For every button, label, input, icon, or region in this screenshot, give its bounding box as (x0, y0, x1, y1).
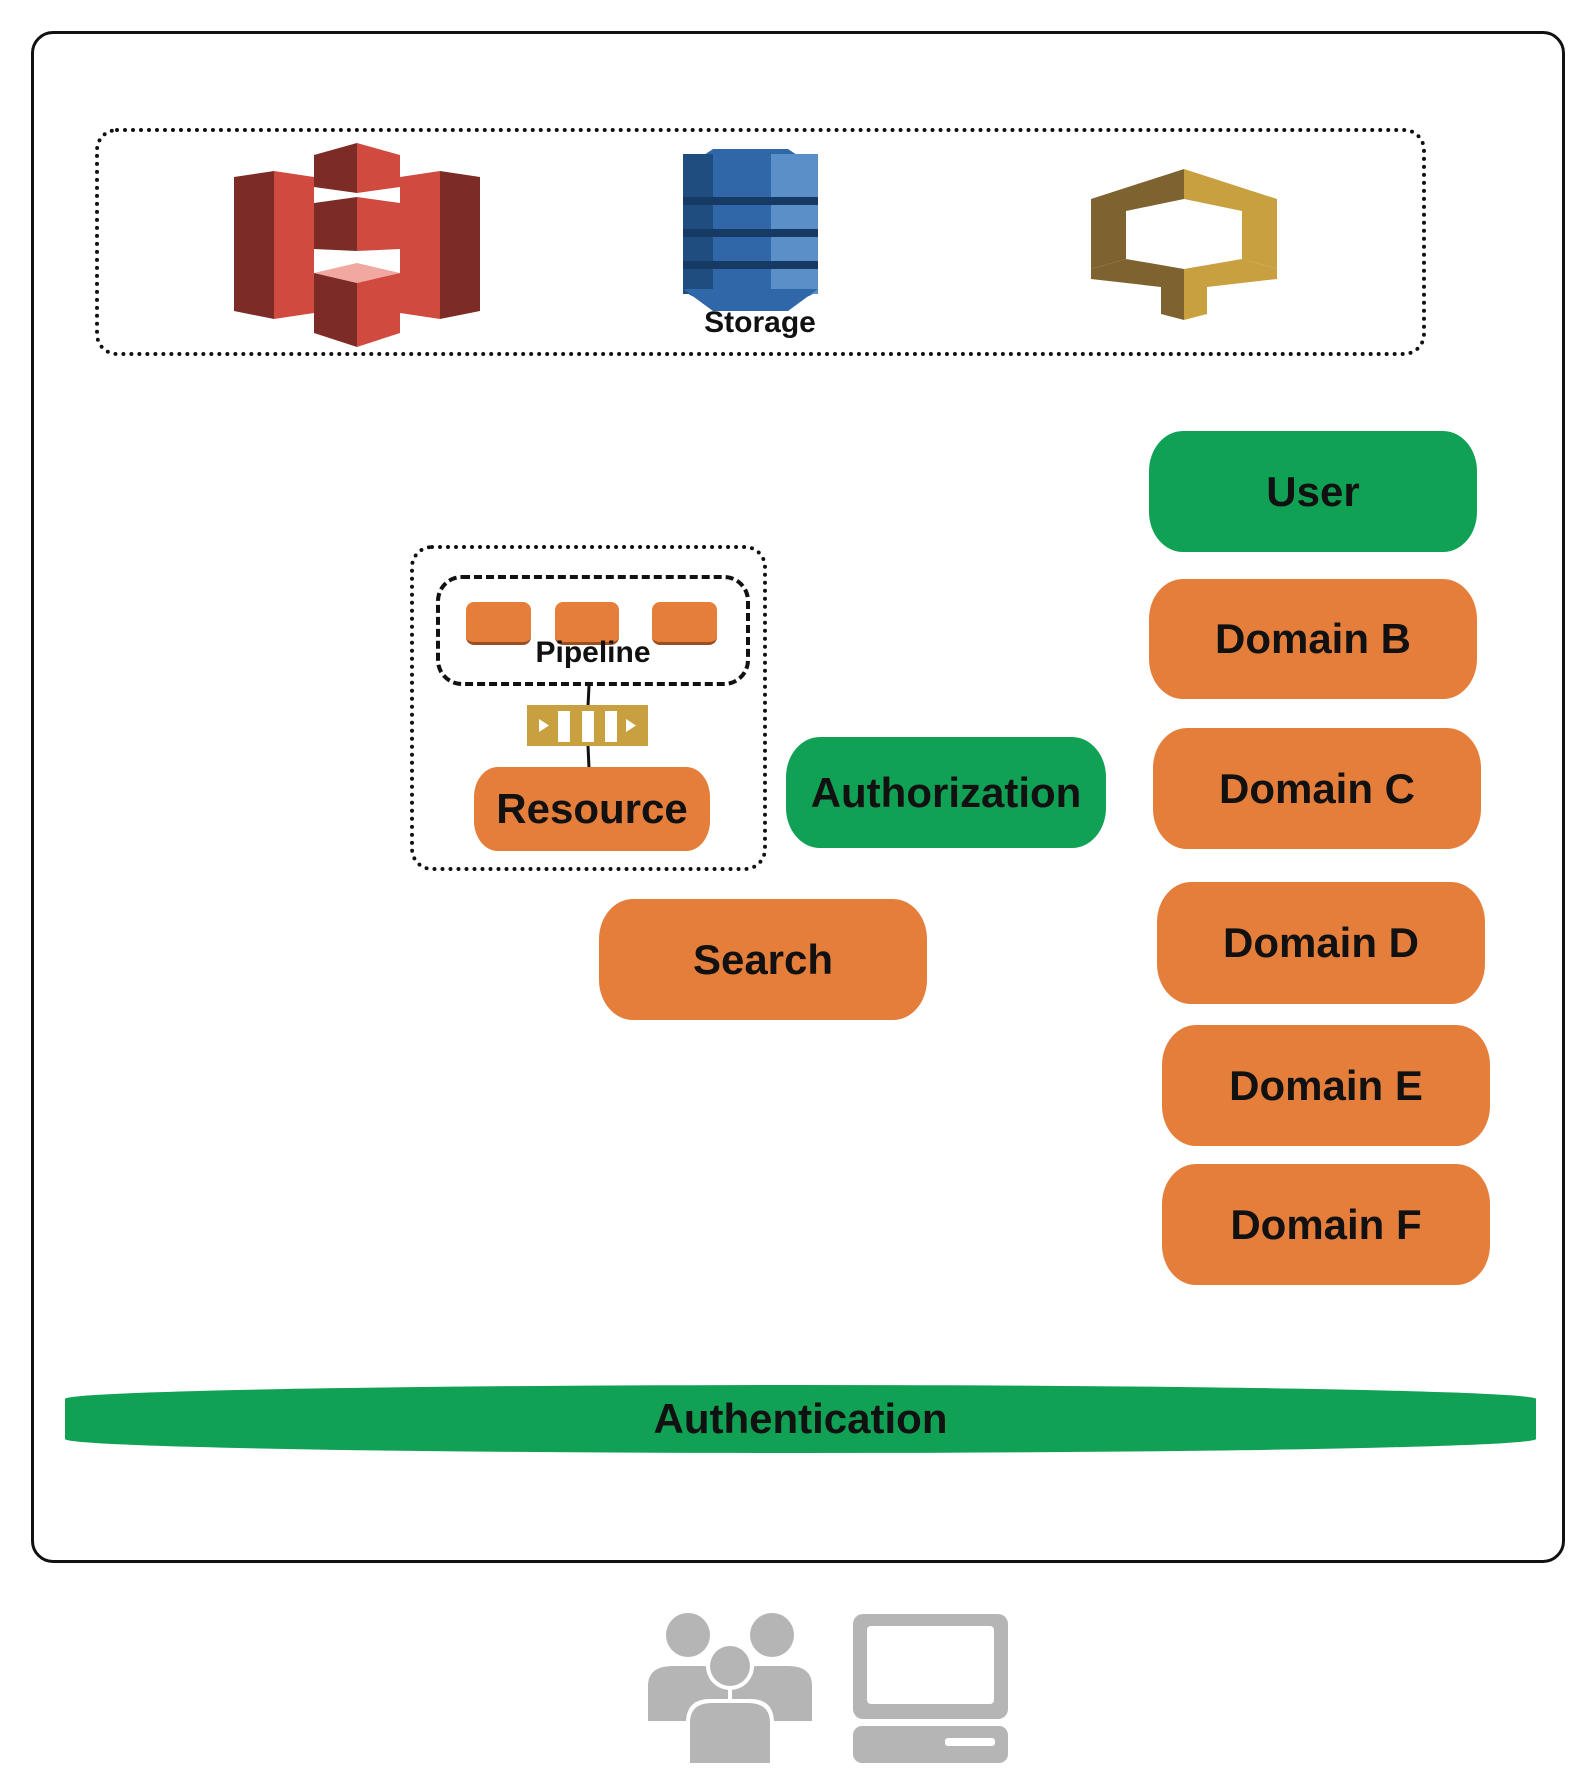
s3-bucket-icon (234, 143, 480, 347)
dynamodb-database-icon (683, 149, 818, 311)
domain-f-service[interactable]: Domain F (1162, 1164, 1490, 1285)
authentication-layer[interactable]: Authentication (65, 1385, 1536, 1453)
domain-e-service[interactable]: Domain E (1162, 1025, 1490, 1146)
api-gateway-icon (1091, 169, 1277, 320)
resource-service[interactable]: Resource (474, 767, 710, 851)
queue-icon (527, 685, 648, 769)
storage-label: Storage (704, 306, 816, 339)
user-service[interactable]: User (1149, 431, 1477, 552)
users-group-icon (648, 1613, 812, 1763)
domain-c-service[interactable]: Domain C (1153, 728, 1481, 849)
pipeline-label: Pipeline (535, 636, 651, 669)
laptop-icon (853, 1614, 1008, 1763)
search-service[interactable]: Search (599, 899, 927, 1020)
domain-d-service[interactable]: Domain D (1157, 882, 1485, 1004)
authorization-service[interactable]: Authorization (786, 737, 1106, 848)
domain-b-service[interactable]: Domain B (1149, 579, 1477, 699)
